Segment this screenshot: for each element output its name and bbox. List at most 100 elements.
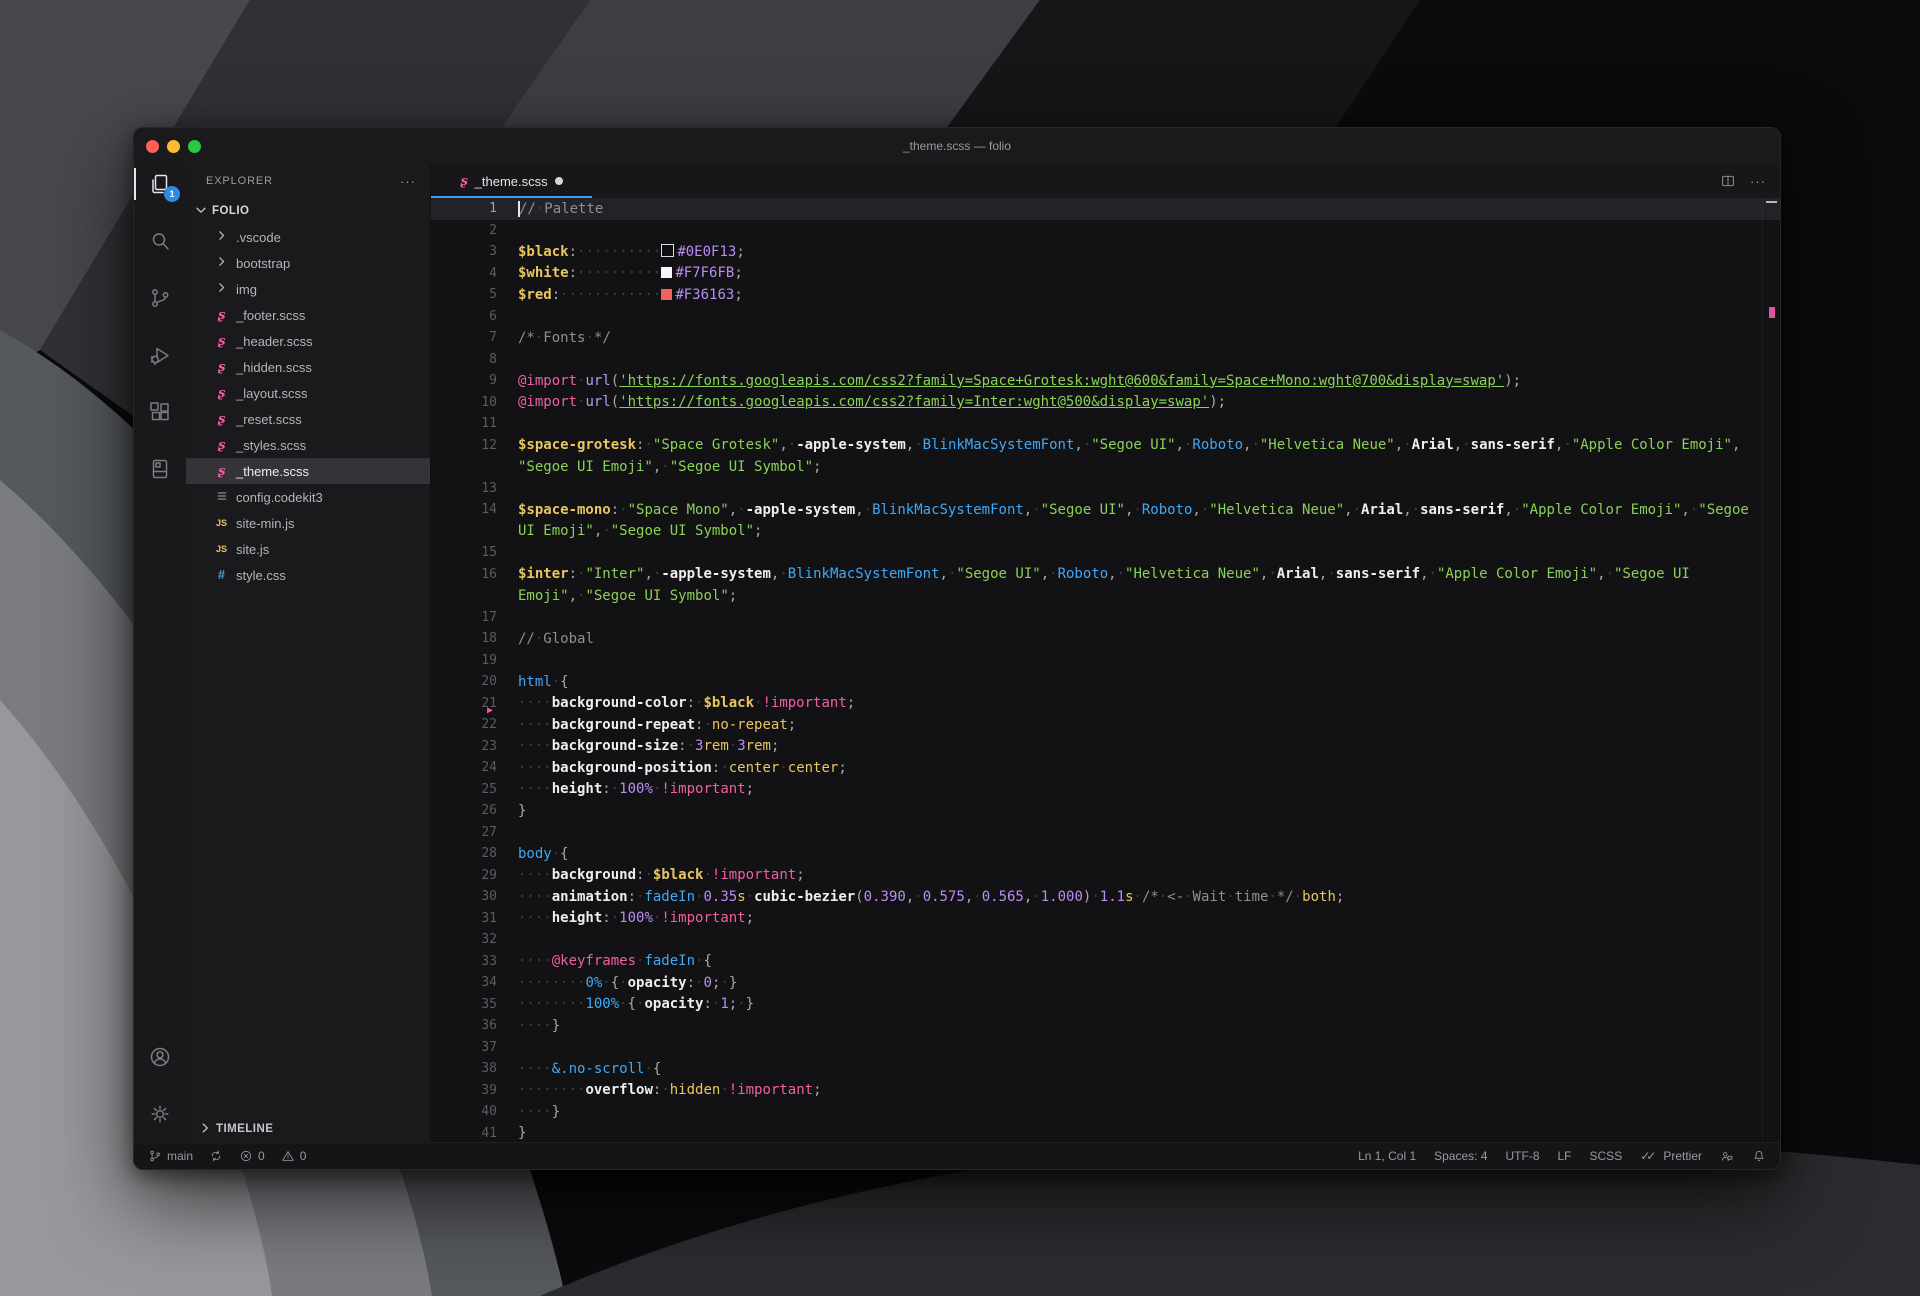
- status-item-0[interactable]: 0: [281, 1149, 306, 1163]
- status-item-utf-8[interactable]: UTF-8: [1506, 1149, 1540, 1163]
- status-item-spaces-4[interactable]: Spaces: 4: [1434, 1149, 1487, 1163]
- code-line[interactable]: 32: [431, 929, 1780, 951]
- tree-item--theme-scss[interactable]: ʂ _theme.scss: [186, 458, 430, 484]
- tree-item-site-js[interactable]: JS site.js: [186, 536, 430, 562]
- code-line[interactable]: 8: [431, 349, 1780, 371]
- code-line[interactable]: 31 ····height:·100%·!important;: [431, 908, 1780, 930]
- code-line[interactable]: 3 $black:·········· #0E0F13;: [431, 241, 1780, 263]
- editor-more-icon[interactable]: ···: [1750, 174, 1766, 189]
- tree-item-config-codekit3[interactable]: config.codekit3: [186, 484, 430, 510]
- activity-search[interactable]: [134, 221, 186, 261]
- tree-item--reset-scss[interactable]: ʂ _reset.scss: [186, 406, 430, 432]
- code-line[interactable]: 17: [431, 607, 1780, 629]
- activity-codekit-panel[interactable]: [134, 449, 186, 489]
- code-line[interactable]: 7/*·Fonts·*/: [431, 327, 1780, 349]
- status-item-icon[interactable]: [1752, 1149, 1766, 1163]
- tree-item-label: _styles.scss: [236, 437, 307, 453]
- code-line[interactable]: 40 ····}: [431, 1101, 1780, 1123]
- titlebar[interactable]: _theme.scss — folio: [134, 128, 1780, 164]
- code-line[interactable]: UI Emoji",·"Segoe UI Symbol";: [431, 521, 1780, 543]
- tree-item-site-min-js[interactable]: JS site-min.js: [186, 510, 430, 536]
- code-line[interactable]: 29 ····background:·$black·!important;: [431, 865, 1780, 887]
- code-line[interactable]: 9 @import·url('https://fonts.googleapis.c…: [431, 370, 1780, 392]
- code-line[interactable]: 36 ····}: [431, 1015, 1780, 1037]
- code-line[interactable]: 33 ····@keyframes·fadeIn·{: [431, 951, 1780, 973]
- tree-item-bootstrap[interactable]: bootstrap: [186, 250, 430, 276]
- code-line[interactable]: 22 ····background-repeat:·no-repeat;: [431, 714, 1780, 736]
- color-swatch[interactable]: [661, 267, 673, 279]
- status-item-icon[interactable]: [209, 1149, 223, 1163]
- code-line[interactable]: Emoji",·"Segoe UI Symbol";: [431, 585, 1780, 607]
- code-line[interactable]: 5 $red:············ #F36163;: [431, 284, 1780, 306]
- zoom-window-button[interactable]: [188, 139, 201, 153]
- code-line[interactable]: 6: [431, 306, 1780, 328]
- tree-item-img[interactable]: img: [186, 276, 430, 302]
- tree-item--styles-scss[interactable]: ʂ _styles.scss: [186, 432, 430, 458]
- code-line[interactable]: 37: [431, 1037, 1780, 1059]
- code-line[interactable]: 25 ····height:·100%·!important;: [431, 779, 1780, 801]
- code-line[interactable]: 15: [431, 542, 1780, 564]
- activity-extensions[interactable]: [134, 392, 186, 432]
- line-number: 31: [481, 910, 497, 926]
- code-line[interactable]: 21 ····background-color:·$black·!importan…: [431, 693, 1780, 715]
- status-item-label: Ln 1, Col 1: [1358, 1149, 1417, 1163]
- line-number: 2: [489, 222, 497, 238]
- tree-item--layout-scss[interactable]: ʂ _layout.scss: [186, 380, 430, 406]
- status-item-ln-1-col-1[interactable]: Ln 1, Col 1: [1358, 1149, 1416, 1163]
- gutter-marker-icon: ▶: [487, 705, 494, 716]
- code-line[interactable]: 14 $space-mono:·"Space Mono",·-apple-syst…: [431, 499, 1780, 521]
- code-line[interactable]: 4 $white:·········· #F7F6FB;: [431, 263, 1780, 285]
- code-line[interactable]: 39 ········overflow:·hidden·!important;: [431, 1080, 1780, 1102]
- minimize-window-button[interactable]: [167, 139, 180, 153]
- code-line[interactable]: 41}: [431, 1123, 1780, 1143]
- line-number: 11: [481, 416, 497, 432]
- code-line[interactable]: 18//·Global: [431, 628, 1780, 650]
- code-line[interactable]: 2: [431, 220, 1780, 242]
- status-item-scss[interactable]: SCSS: [1590, 1149, 1623, 1163]
- tree-item--header-scss[interactable]: ʂ _header.scss: [186, 328, 430, 354]
- activity-account[interactable]: [134, 1037, 186, 1077]
- code-line[interactable]: 12 $space-grotesk:·"Space Grotesk",·-appl…: [431, 435, 1780, 457]
- code-line[interactable]: 28 body·{: [431, 843, 1780, 865]
- activity-explorer[interactable]: 1: [134, 164, 186, 204]
- code-line[interactable]: 19: [431, 650, 1780, 672]
- code-line[interactable]: 23 ····background-size:·3rem·3rem;: [431, 736, 1780, 758]
- code-line[interactable]: 24 ····background-position:·center·center…: [431, 757, 1780, 779]
- folder-root[interactable]: FOLIO: [186, 198, 430, 224]
- color-swatch[interactable]: [661, 243, 675, 257]
- tree-item--footer-scss[interactable]: ʂ _footer.scss: [186, 302, 430, 328]
- status-item-prettier[interactable]: ✓✓ Prettier: [1640, 1149, 1702, 1163]
- code-line[interactable]: 1//·Palette: [431, 198, 1780, 220]
- code-line[interactable]: 20 html·{: [431, 671, 1780, 693]
- tab-theme-scss[interactable]: ʂ _theme.scss: [431, 164, 592, 198]
- code-line[interactable]: 30 ····animation:·fadeIn·0.35s·cubic-bezi…: [431, 886, 1780, 908]
- color-swatch[interactable]: [661, 288, 673, 300]
- code-line[interactable]: 13: [431, 478, 1780, 500]
- code-line[interactable]: 34 ········0%·{·opacity:·0;·}: [431, 972, 1780, 994]
- code-line[interactable]: 35 ········100%·{·opacity:·1;·}: [431, 994, 1780, 1016]
- line-number: 18: [481, 631, 497, 647]
- tree-item--hidden-scss[interactable]: ʂ _hidden.scss: [186, 354, 430, 380]
- status-item-main[interactable]: main: [148, 1149, 193, 1163]
- explorer-more-icon[interactable]: ···: [400, 174, 416, 189]
- code-line[interactable]: 11: [431, 413, 1780, 435]
- code-line[interactable]: 38 ····&.no-scroll·{: [431, 1058, 1780, 1080]
- close-window-button[interactable]: [146, 139, 159, 153]
- tree-item-style-css[interactable]: # style.css: [186, 562, 430, 588]
- status-item-lf[interactable]: LF: [1558, 1149, 1572, 1163]
- code-line[interactable]: 10 @import·url('https://fonts.googleapis.…: [431, 392, 1780, 414]
- code-line[interactable]: 27: [431, 822, 1780, 844]
- tree-item--vscode[interactable]: .vscode: [186, 224, 430, 250]
- split-editor-icon[interactable]: [1720, 173, 1736, 189]
- timeline-section[interactable]: TIMELINE: [186, 1116, 430, 1142]
- code-line[interactable]: "Segoe UI Emoji",·"Segoe UI Symbol";: [431, 456, 1780, 478]
- code-line[interactable]: 26}: [431, 800, 1780, 822]
- overview-ruler[interactable]: [1762, 198, 1780, 1142]
- status-item-0[interactable]: 0: [239, 1149, 265, 1163]
- code-line[interactable]: 16 $inter:·"Inter",·-apple-system,·BlinkM…: [431, 564, 1780, 586]
- activity-source-control[interactable]: [134, 278, 186, 318]
- code-area[interactable]: ▶ 1//·Palette 2 3 $black:·········· #0E0F13;…: [431, 198, 1780, 1142]
- status-item-icon[interactable]: [1720, 1149, 1734, 1163]
- activity-settings[interactable]: [134, 1094, 186, 1134]
- activity-run-debug[interactable]: [134, 335, 186, 375]
